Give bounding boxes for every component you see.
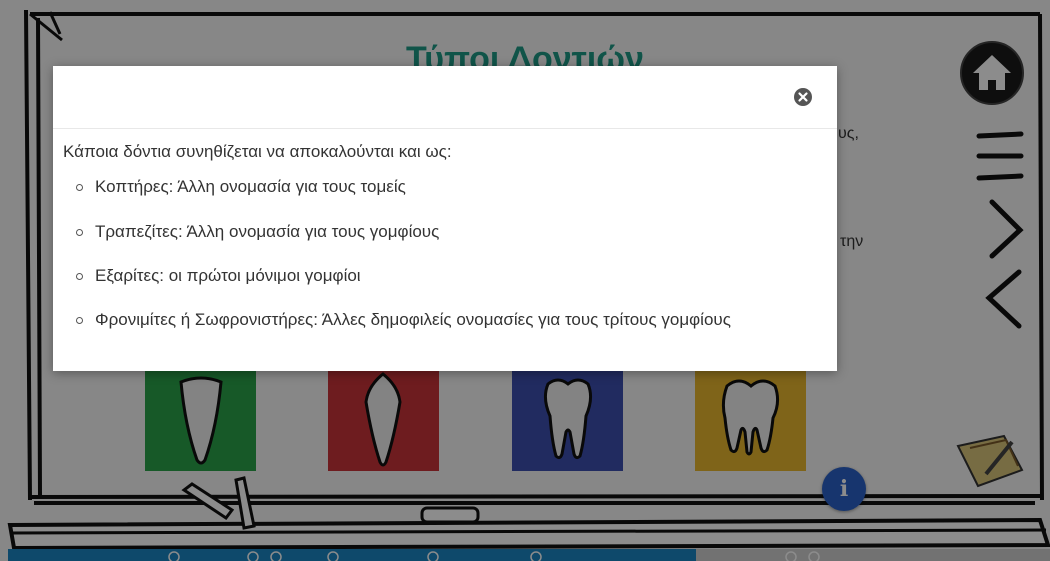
list-item-text: Κοπτήρες: Άλλη ονομασία για τους τομείς bbox=[95, 177, 406, 197]
list-item: Εξαρίτες: οι πρώτοι μόνιμοι γομφίοι bbox=[76, 265, 827, 286]
circle-bullet-icon bbox=[76, 317, 83, 324]
info-modal: Κάποια δόντια συνηθίζεται να αποκαλούντα… bbox=[53, 66, 837, 371]
circle-bullet-icon bbox=[76, 228, 83, 236]
list-item-text: Φρονιμίτες ή Σωφρονιστήρες: Άλλες δημοφι… bbox=[95, 310, 731, 329]
circle-bullet-icon bbox=[76, 272, 83, 280]
list-item: Τραπεζίτες: Άλλη ονομασία για τους γομφί… bbox=[76, 221, 827, 242]
list-item: Φρονιμίτες ή Σωφρονιστήρες: Άλλες δημοφι… bbox=[76, 309, 827, 330]
modal-body: Κάποια δόντια συνηθίζεται να αποκαλούντα… bbox=[53, 129, 837, 330]
modal-header bbox=[53, 66, 837, 129]
app-stage: Τύποι Δοντιών υς, την i Κάποια δόντια συ… bbox=[0, 0, 1050, 561]
modal-intro-text: Κάποια δόντια συνηθίζεται να αποκαλούντα… bbox=[63, 142, 452, 161]
list-item-text: Εξαρίτες: οι πρώτοι μόνιμοι γομφίοι bbox=[95, 265, 361, 285]
list-item-text: Τραπεζίτες: Άλλη ονομασία για τους γομφί… bbox=[95, 221, 440, 241]
circle-bullet-icon bbox=[76, 184, 83, 192]
alternate-names-list: Κοπτήρες: Άλλη ονομασία για τους τομείς … bbox=[63, 176, 827, 330]
list-item: Κοπτήρες: Άλλη ονομασία για τους τομείς bbox=[76, 176, 827, 197]
close-icon[interactable] bbox=[794, 88, 812, 106]
